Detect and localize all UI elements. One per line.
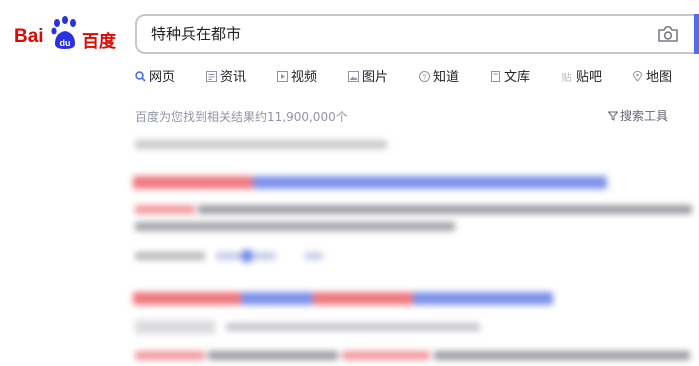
tab-label: 贴吧 [576, 70, 603, 85]
tab-zhidao[interactable]: ? 知道 [419, 66, 459, 86]
blurred-result-title[interactable] [253, 176, 607, 189]
blurred-snippet [135, 205, 195, 214]
blurred-url [135, 252, 205, 260]
baidu-logo[interactable]: Bai du 百度 [14, 14, 118, 54]
tab-web[interactable]: 网页 [135, 66, 175, 86]
blurred-result-title[interactable] [241, 292, 313, 305]
result-count: 百度为您找到相关结果约11,900,000个 [135, 110, 348, 124]
paw-icon: du [51, 16, 76, 49]
news-icon [206, 71, 217, 82]
tab-label: 资讯 [220, 70, 247, 85]
tab-label: 文库 [504, 70, 531, 85]
tab-label: 图片 [362, 70, 389, 85]
search-tools-button[interactable]: 搜索工具 [607, 107, 669, 124]
tab-label: 知道 [433, 70, 460, 85]
blurred-snippet [342, 351, 430, 360]
question-icon: ? [419, 71, 430, 82]
search-input[interactable] [151, 16, 631, 52]
search-tools-label: 搜索工具 [620, 109, 669, 123]
blurred-snippet [135, 222, 455, 231]
image-icon [348, 71, 359, 82]
blurred-hint-line [135, 140, 387, 149]
document-icon [491, 71, 500, 82]
map-icon [632, 71, 643, 82]
tab-news[interactable]: 资讯 [206, 66, 246, 86]
blurred-snippet [135, 351, 205, 360]
logo-bai: Bai [14, 26, 44, 47]
video-icon [277, 71, 288, 82]
blurred-source-tag [135, 320, 215, 334]
blurred-snippet [198, 205, 692, 214]
blurred-result-title[interactable] [313, 292, 413, 305]
blurred-meta [305, 252, 323, 260]
tab-map[interactable]: 地图 [632, 66, 672, 86]
logo-du: du [60, 38, 71, 48]
blurred-result-title[interactable] [413, 292, 553, 305]
logo-cn: 百度 [82, 32, 116, 52]
tab-label: 网页 [149, 70, 176, 85]
tab-label: 视频 [291, 70, 318, 85]
blurred-result-title[interactable] [133, 176, 253, 189]
blurred-result-title[interactable] [133, 292, 241, 305]
blurred-snippet [208, 351, 338, 360]
camera-icon[interactable] [657, 25, 679, 43]
filter-icon [607, 111, 619, 121]
blurred-snippet [434, 351, 690, 360]
svg-text:贴: 贴 [562, 71, 572, 82]
blurred-meta [226, 323, 480, 331]
tab-label: 地图 [646, 70, 673, 85]
blurred-meta [242, 250, 252, 262]
tieba-icon: 贴 [562, 71, 572, 82]
tab-images[interactable]: 图片 [348, 66, 388, 86]
search-button-edge[interactable] [694, 14, 699, 54]
search-box[interactable] [135, 14, 695, 54]
tab-video[interactable]: 视频 [277, 66, 317, 86]
svg-text:?: ? [422, 72, 426, 81]
tab-tieba[interactable]: 贴贴吧 [560, 66, 603, 86]
search-icon [135, 71, 146, 82]
tab-wenku[interactable]: 文库 [490, 66, 530, 86]
